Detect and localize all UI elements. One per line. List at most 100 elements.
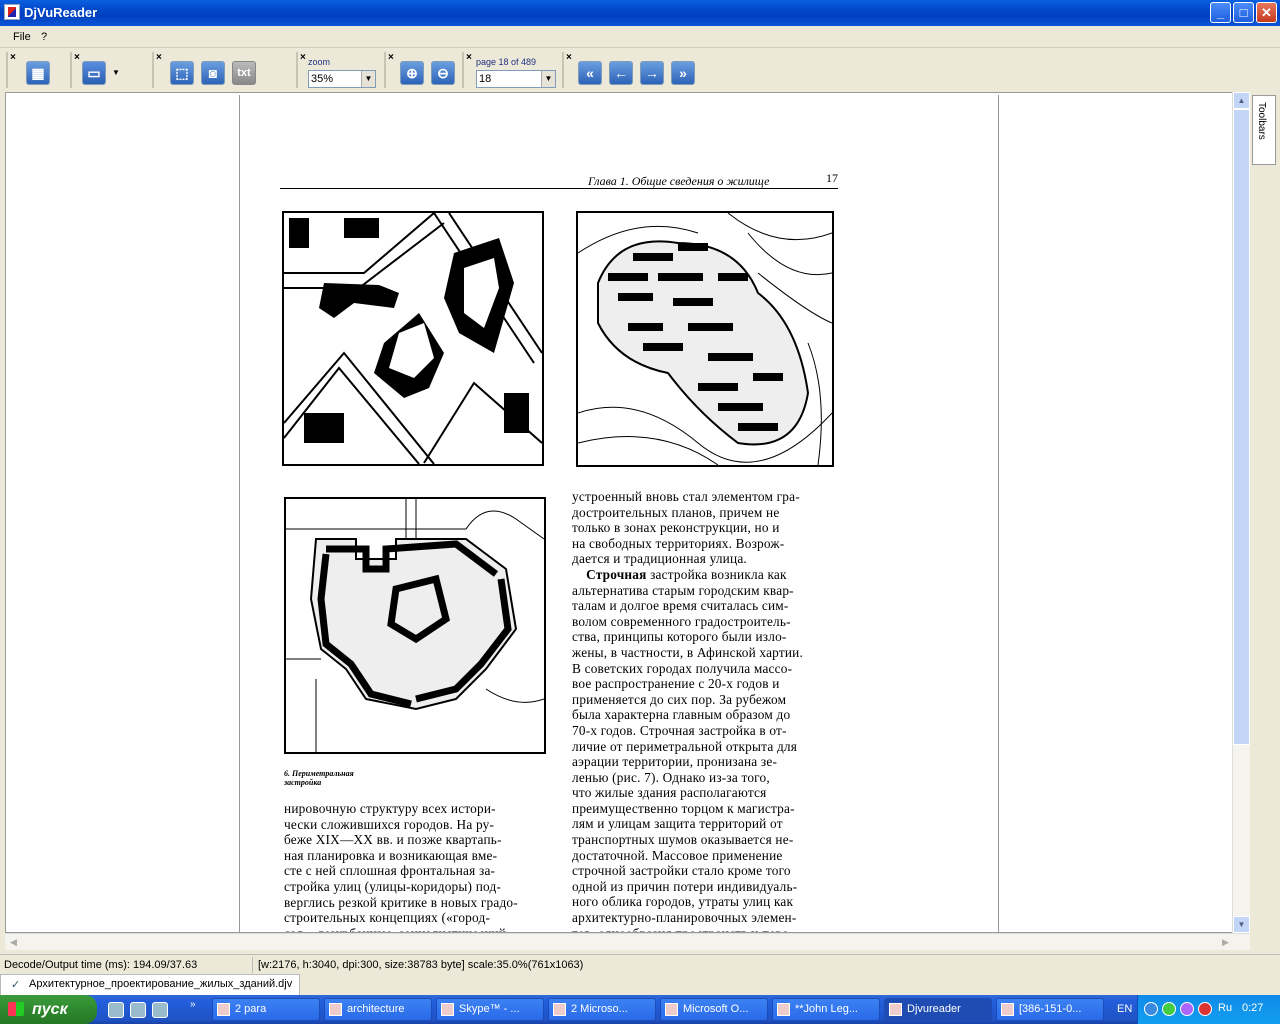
page-icon[interactable]: ▭ [82,61,106,85]
left-column-paragraph: нировочную структуру всех истори-чески с… [284,801,554,932]
text-line: на свободных территориях. Возрож- [572,535,785,551]
desktop-icon[interactable] [108,1002,124,1018]
select-icon[interactable]: ⬚ [170,61,194,85]
messenger-icon[interactable] [130,1002,146,1018]
tray-arrow-icon[interactable] [1144,1002,1158,1016]
close-group-icon[interactable]: × [300,52,306,63]
task-2-para[interactable]: 2 para [212,998,320,1021]
task-djvureader[interactable]: Djvureader [884,998,992,1021]
first-page-icon[interactable]: « [578,61,602,85]
text-line: ного облика городов, утраты улиц как [572,894,794,910]
tray-app-icon[interactable] [1180,1002,1194,1016]
task-microsoft-word[interactable]: 2 Microso... [548,998,656,1021]
scrollbar-thumb[interactable] [1233,109,1250,745]
text-line: застройка возникла как [646,566,787,582]
scroll-down-icon[interactable]: ▼ [1233,916,1250,933]
left-column-text: нировочную структуру всех истори-чески с… [284,801,554,932]
document-page: Глава 1. Общие сведения о жилище 17 6. П… [239,95,999,932]
page-value: 18 [479,73,492,85]
file-tab-label: Архитектурное_проектирование_жилых_здани… [29,978,293,990]
media-player-icon[interactable] [152,1002,168,1018]
app-icon [4,4,20,20]
chevron-down-icon[interactable]: ▼ [541,71,555,87]
city-plan-drawing [284,213,542,464]
zoom-label: zoom [308,57,331,67]
text-line: ная планировка и возникающая вме- [284,847,498,863]
document-view[interactable]: Глава 1. Общие сведения о жилище 17 6. П… [5,92,1250,933]
zoom-value: 35% [311,73,334,85]
scroll-right-icon[interactable]: ▶ [1217,934,1234,950]
media-icon [777,1003,790,1016]
zoom-out-icon[interactable]: ⊖ [431,61,455,85]
zoom-area-icon[interactable]: ◙ [201,61,225,85]
close-group-icon[interactable]: × [10,52,16,63]
tray-check-icon[interactable] [1162,1002,1176,1016]
file-tab[interactable]: ✓ Архитектурное_проектирование_жилых_зда… [0,974,300,995]
maximize-button[interactable]: □ [1233,2,1254,23]
text-line: тов, однообразия пространств и пере- [572,926,840,932]
menu-bar: File ? [0,26,1280,48]
task-label: 2 Microso... [571,1003,628,1015]
toolbars-side-tab[interactable]: Toolbars [1252,95,1276,165]
taskbar: пуск » 2 para architecture Skype™ - ... … [0,995,1280,1024]
vertical-scrollbar[interactable]: ▲ ▼ [1232,92,1250,933]
text-line: жены, в частности, в Афинской хартии. [572,644,804,660]
text-line: была характерна главным образом до [572,707,791,723]
zoom-select[interactable]: 35% ▼ [308,70,376,88]
text-line: применяется до сих пор. За рубежом [572,691,787,707]
close-group-icon[interactable]: × [466,52,472,63]
close-button[interactable]: ✕ [1256,2,1277,23]
task-skype[interactable]: Skype™ - ... [436,998,544,1021]
chevron-down-icon[interactable]: ▼ [361,71,375,87]
start-button[interactable]: пуск [0,995,97,1024]
quicklaunch-more-icon[interactable]: » [190,999,196,1010]
figure-perimeter-block [284,497,546,754]
task-architecture[interactable]: architecture [324,998,432,1021]
text-line: что жилые здания располагаются [572,785,767,801]
page-select[interactable]: 18 ▼ [476,70,556,88]
zoom-in-icon[interactable]: ⊕ [400,61,424,85]
text-line: стройка улиц (улицы-коридоры) под- [284,878,502,894]
prev-page-icon[interactable]: ← [609,61,633,85]
chevron-down-icon[interactable]: ▼ [112,68,120,77]
caption-line: застройка [284,778,322,787]
text-line: дается и традиционная улица. [572,551,747,567]
last-page-icon[interactable]: » [671,61,695,85]
spreadsheet-icon [1001,1003,1014,1016]
task-label: 2 para [235,1003,267,1015]
figure-city-plan [282,211,544,466]
close-group-icon[interactable]: × [74,52,80,63]
zoom-group: × zoom 35% ▼ [296,52,382,88]
title-bar[interactable]: DjVuReader _ □ ✕ [0,0,1280,26]
layout-icon[interactable]: ▦ [26,61,50,85]
tray-language[interactable]: Ru [1218,1002,1232,1014]
text-line: верглись резкой критике в новых градо- [284,894,518,910]
scroll-up-icon[interactable]: ▲ [1233,92,1250,109]
figure-terrain-plan [576,211,834,467]
text-line: сте с ней сплошная фронтальная за- [284,863,496,879]
language-indicator[interactable]: EN [1117,1003,1132,1015]
right-column-text: устроенный вновь стал элементом гра- дос… [572,489,840,932]
scroll-left-icon[interactable]: ◀ [5,934,22,950]
task-label: Djvureader [907,1003,961,1015]
menu-help[interactable]: ? [41,31,47,43]
djvureader-window: DjVuReader _ □ ✕ File ? × ▦ × ▭ ▼ × ⬚ ◙ … [0,0,1280,995]
tray-volume-icon[interactable] [1198,1002,1212,1016]
close-group-icon[interactable]: × [156,52,162,63]
task-microsoft-outlook[interactable]: Microsoft O... [660,998,768,1021]
next-page-icon[interactable]: → [640,61,664,85]
text-line: достроительных планов, причем не [572,504,780,520]
close-group-icon[interactable]: × [566,52,572,63]
text-line: альтернатива старым городским квар- [572,582,794,598]
task-john-legend[interactable]: **John Leg... [772,998,880,1021]
minimize-button[interactable]: _ [1210,2,1231,23]
task-label: Skype™ - ... [459,1003,520,1015]
menu-file[interactable]: File [13,31,31,43]
close-group-icon[interactable]: × [388,52,394,63]
txt-icon[interactable]: txt [232,61,256,85]
text-line: нировочную структуру всех истори- [284,801,496,816]
horizontal-scrollbar[interactable]: ◀ ▶ [5,933,1250,950]
page-mode-group: × ▭ ▼ [70,52,146,88]
task-386[interactable]: [386-151-0... [996,998,1104,1021]
text-line: аэрации территории, пронизана зе- [572,754,778,770]
